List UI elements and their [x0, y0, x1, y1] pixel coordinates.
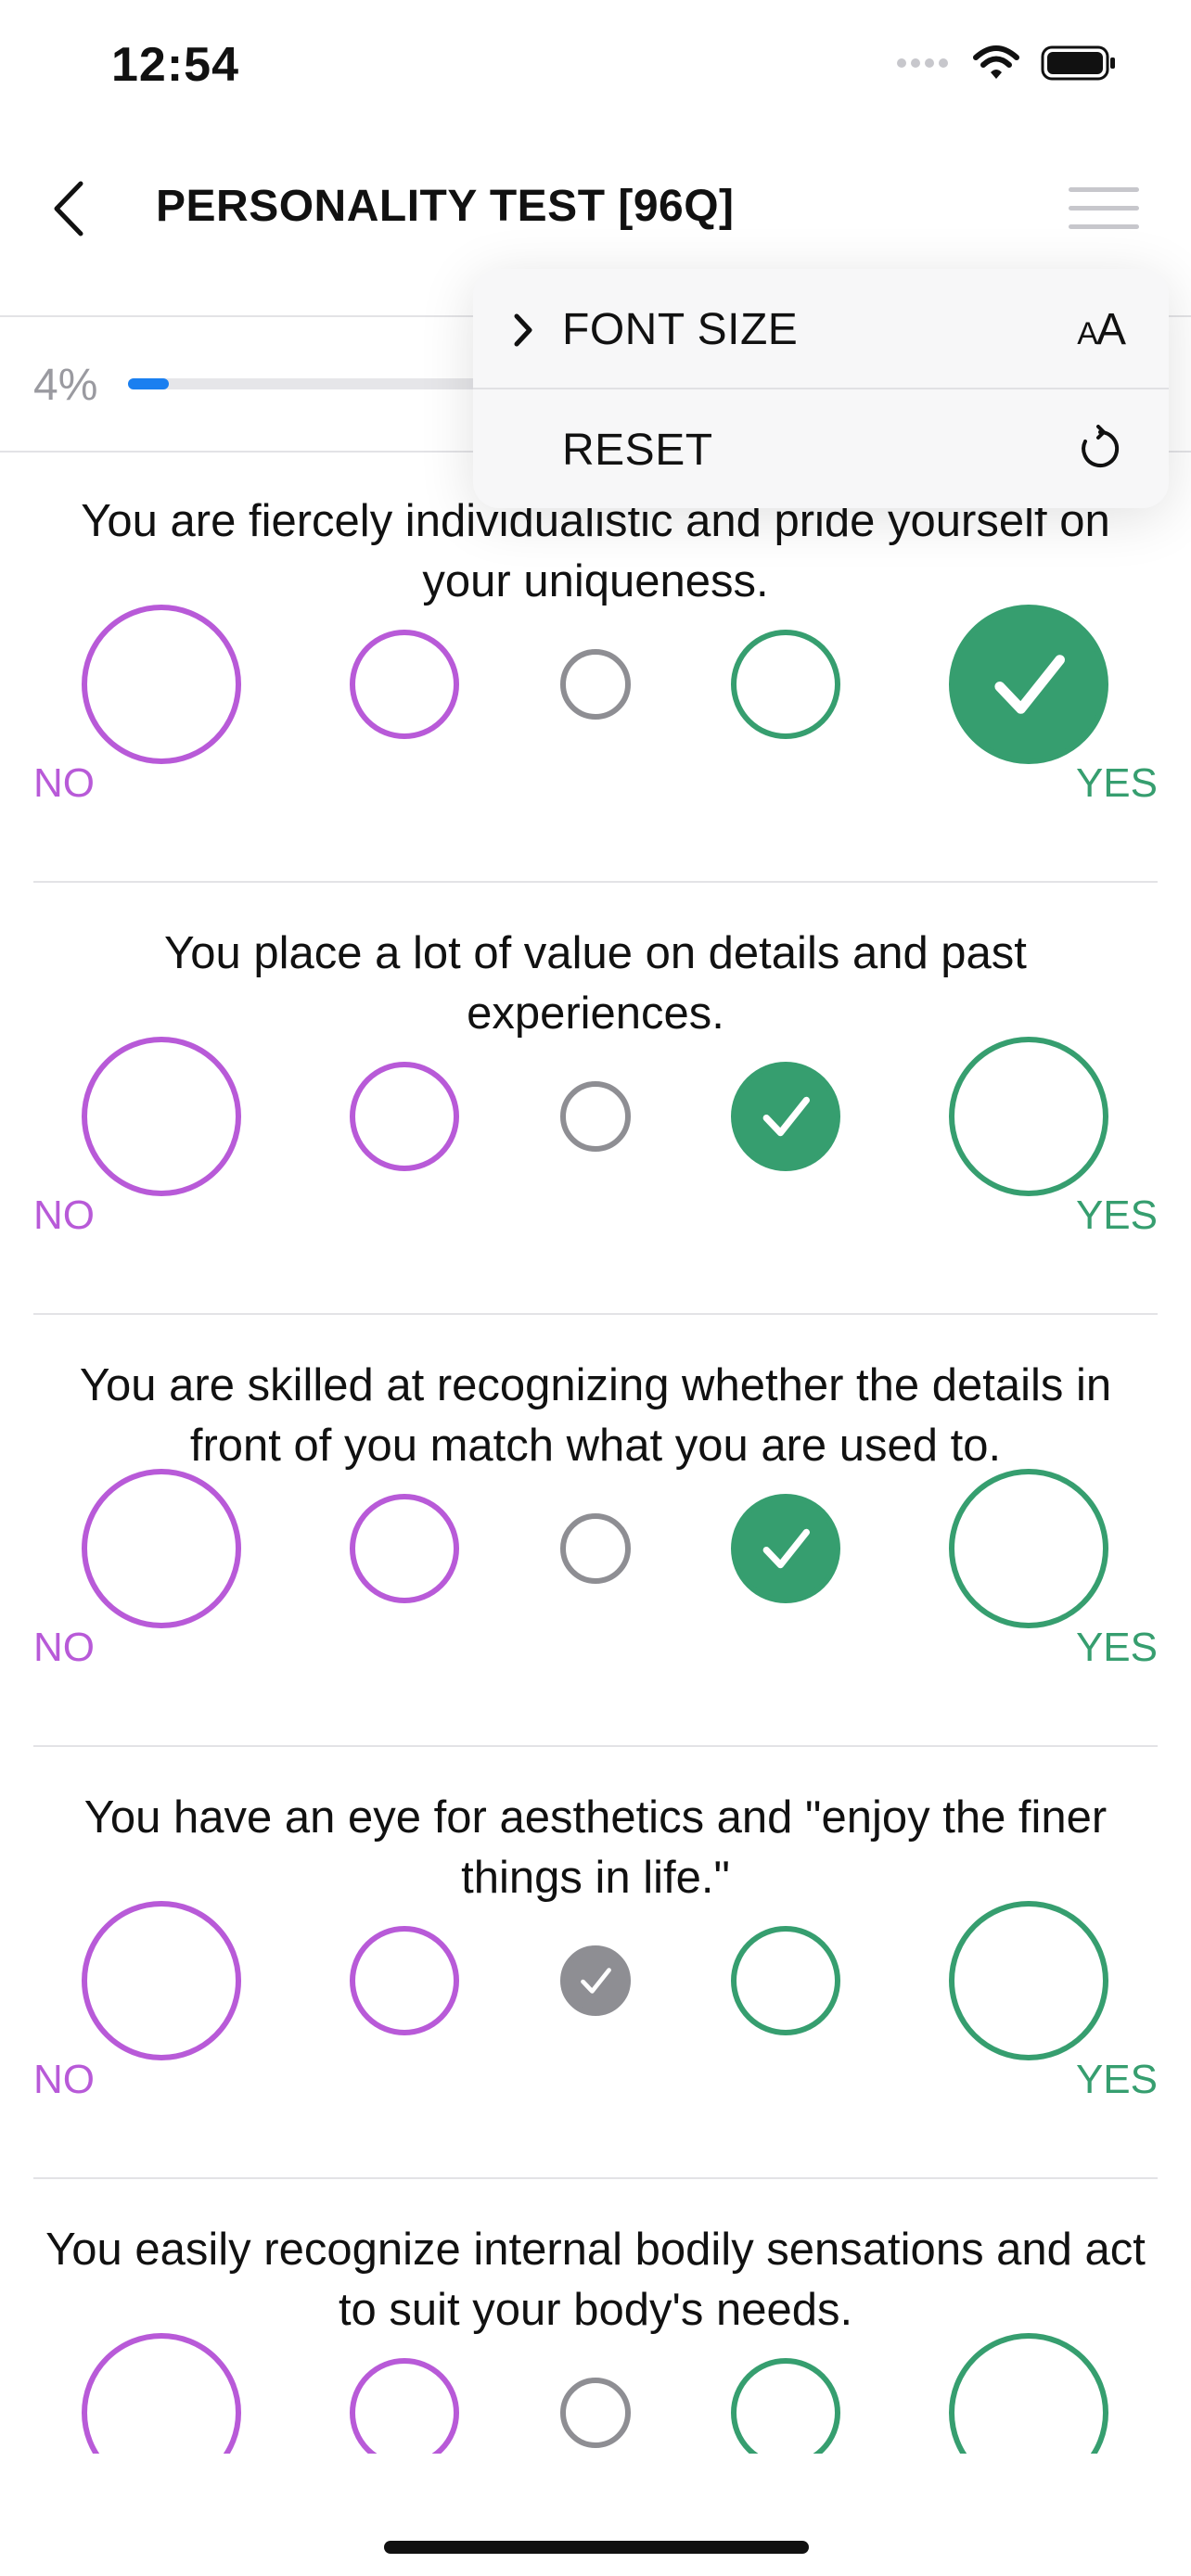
- answer-option-1[interactable]: [82, 605, 241, 764]
- yes-label: YES: [1075, 760, 1158, 806]
- answer-option-3[interactable]: [560, 1081, 631, 1152]
- checkmark-icon: [762, 1096, 810, 1137]
- answer-option-5[interactable]: [949, 605, 1108, 764]
- question-list: You are fiercely individualistic and pri…: [0, 451, 1191, 2454]
- menu-item-label: FONT SIZE: [562, 305, 799, 354]
- answer-option-2[interactable]: [350, 1062, 459, 1171]
- checkmark-icon: [762, 1528, 810, 1569]
- menu-item-label: RESET: [562, 426, 713, 475]
- answer-option-5[interactable]: [949, 1469, 1108, 1628]
- answer-option-3[interactable]: [560, 2378, 631, 2448]
- answer-option-3[interactable]: [560, 1513, 631, 1584]
- answer-option-4[interactable]: [731, 2358, 840, 2454]
- no-label: NO: [33, 760, 95, 806]
- answer-option-2[interactable]: [350, 2358, 459, 2454]
- battery-icon: [1041, 45, 1115, 81]
- answer-option-4[interactable]: [731, 1062, 840, 1171]
- wifi-icon: [973, 45, 1019, 79]
- status-bar: 12:54: [0, 0, 1191, 139]
- no-label: NO: [33, 1192, 95, 1238]
- answer-option-4[interactable]: [731, 1494, 840, 1603]
- answer-option-3[interactable]: [560, 649, 631, 720]
- page-title: PERSONALITY TEST [96Q]: [156, 182, 735, 231]
- answer-option-4[interactable]: [731, 630, 840, 739]
- menu-item-font-size[interactable]: FONT SIZE AA: [473, 269, 1169, 388]
- answer-option-2[interactable]: [350, 1926, 459, 2035]
- progress-fill: [128, 378, 169, 389]
- status-icons: [896, 45, 1117, 82]
- font-size-icon: AA: [1077, 305, 1126, 354]
- yes-label: YES: [1075, 1192, 1158, 1238]
- home-indicator: [384, 2541, 809, 2554]
- signal-icon: [897, 58, 948, 68]
- answer-option-2[interactable]: [350, 1494, 459, 1603]
- answer-option-1[interactable]: [82, 1037, 241, 1196]
- question-text: You have an eye for aesthetics and "enjo…: [83, 1792, 1108, 1903]
- answer-option-5[interactable]: [949, 1901, 1108, 2060]
- yes-label: YES: [1075, 1625, 1158, 1670]
- question-item: You place a lot of value on details and …: [0, 883, 1191, 1315]
- chevron-left-icon: [54, 181, 83, 236]
- status-time: 12:54: [111, 38, 239, 92]
- checkmark-icon: [581, 1968, 611, 1994]
- answer-option-2[interactable]: [350, 630, 459, 739]
- reset-icon: [1082, 425, 1120, 467]
- answer-option-1[interactable]: [82, 1469, 241, 1628]
- question-text: You easily recognize internal bodily sen…: [45, 2225, 1146, 2335]
- progress-label: 4%: [33, 361, 98, 410]
- no-label: NO: [33, 2057, 95, 2102]
- answer-option-1[interactable]: [82, 1901, 241, 2060]
- dropdown-menu: FONT SIZE AA RESET: [473, 269, 1169, 508]
- question-item: You easily recognize internal bodily sen…: [0, 2179, 1191, 2454]
- checkmark-icon: [994, 655, 1065, 714]
- answer-option-1[interactable]: [82, 2333, 241, 2454]
- question-text: You are skilled at recognizing whether t…: [79, 1360, 1112, 1471]
- question-text: You are fiercely individualistic and pri…: [81, 496, 1110, 606]
- menu-button[interactable]: [1069, 184, 1143, 236]
- no-label: NO: [33, 1625, 95, 1670]
- yes-label: YES: [1075, 2057, 1158, 2102]
- chevron-right-icon: [514, 313, 532, 347]
- answer-option-3[interactable]: [560, 1945, 631, 2016]
- answer-option-5[interactable]: [949, 2333, 1108, 2454]
- back-button[interactable]: [37, 176, 102, 241]
- answer-option-5[interactable]: [949, 1037, 1108, 1196]
- question-item: You are fiercely individualistic and pri…: [0, 451, 1191, 883]
- question-item: You are skilled at recognizing whether t…: [0, 1315, 1191, 1747]
- question-item: You have an eye for aesthetics and "enjo…: [0, 1747, 1191, 2179]
- menu-item-reset[interactable]: RESET: [473, 389, 1169, 508]
- question-text: You place a lot of value on details and …: [164, 928, 1027, 1039]
- answer-option-4[interactable]: [731, 1926, 840, 2035]
